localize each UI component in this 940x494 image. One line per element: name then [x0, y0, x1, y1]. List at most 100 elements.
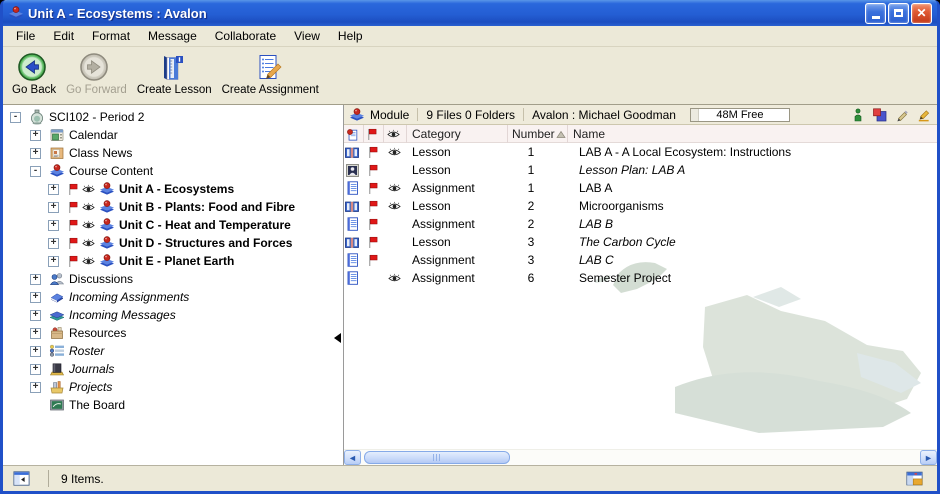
free-space-gauge: 48M Free	[690, 108, 790, 122]
sidebar-item-unit-b[interactable]: + Unit B - Plants: Food and Fibre	[3, 198, 343, 216]
category-column-header[interactable]: Category	[407, 125, 508, 143]
assignment-item-icon	[344, 270, 361, 286]
sidebar-item-journals[interactable]: + Journals	[3, 360, 343, 378]
shared-folder-icon[interactable]	[872, 107, 887, 123]
sidebar-item-calendar[interactable]: + Calendar	[3, 126, 343, 144]
list-row[interactable]: Lesson 1 LAB A - A Local Ecosystem: Inst…	[344, 143, 937, 161]
eye-icon	[388, 270, 401, 286]
sidebar-item-unit-d[interactable]: + Unit D - Structures and Forces	[3, 234, 343, 252]
category-cell: Assignment	[407, 179, 508, 197]
create-assignment-button[interactable]: Create Assignment	[219, 52, 322, 96]
sidebar-item-discussions[interactable]: + Discussions	[3, 270, 343, 288]
folder-info-bar: Module 9 Files 0 Folders Avalon : Michae…	[344, 105, 937, 125]
folder-panel: Module 9 Files 0 Folders Avalon : Michae…	[344, 105, 937, 465]
list-row[interactable]: Lesson 3 The Carbon Cycle	[344, 233, 937, 251]
flask-icon	[28, 109, 45, 125]
go-back-label: Go Back	[12, 84, 56, 96]
go-forward-button[interactable]: Go Forward	[63, 52, 130, 96]
collapse-panel-arrow[interactable]	[334, 333, 341, 343]
expand-toggle-icon[interactable]: +	[30, 130, 41, 141]
go-back-icon	[17, 52, 47, 82]
expand-toggle-icon[interactable]: +	[48, 238, 59, 249]
list-row[interactable]: Lesson 1 Lesson Plan: LAB A	[344, 161, 937, 179]
scroll-right-button[interactable]: ►	[920, 450, 937, 465]
list-row[interactable]: Lesson 2 Microorganisms	[344, 197, 937, 215]
collapse-toggle-icon[interactable]: -	[10, 112, 21, 123]
expand-toggle-icon[interactable]: +	[30, 346, 41, 357]
sidebar-item-incoming-messages[interactable]: + Incoming Messages	[3, 306, 343, 324]
close-button[interactable]: ✕	[911, 3, 932, 24]
expand-toggle-icon[interactable]: +	[48, 184, 59, 195]
menu-help[interactable]: Help	[329, 27, 372, 45]
list-row[interactable]: Assignment 6 Semester Project	[344, 269, 937, 287]
list-row[interactable]: Assignment 1 LAB A	[344, 179, 937, 197]
calendar-icon	[48, 127, 65, 143]
scroll-left-button[interactable]: ◄	[344, 450, 361, 465]
tree-item-label: Calendar	[69, 128, 118, 142]
expand-toggle-icon[interactable]: +	[48, 220, 59, 231]
app-window: Unit A - Ecosystems : Avalon ✕ File Edit…	[0, 0, 940, 494]
maximize-button[interactable]	[888, 3, 909, 24]
split-view-icon[interactable]	[906, 471, 923, 487]
sidebar-item-unit-a[interactable]: + Unit A - Ecosystems	[3, 180, 343, 198]
go-back-button[interactable]: Go Back	[9, 52, 59, 96]
expand-toggle-icon[interactable]: +	[48, 256, 59, 267]
minimize-button[interactable]	[865, 3, 886, 24]
apple-books-icon	[48, 163, 65, 179]
sidebar-item-resources[interactable]: + Resources	[3, 324, 343, 342]
create-lesson-label: Create Lesson	[137, 84, 212, 96]
number-column-header[interactable]: Number	[508, 125, 568, 143]
expand-toggle-icon[interactable]: +	[30, 310, 41, 321]
category-cell: Lesson	[407, 233, 508, 251]
sidebar-item-the-board[interactable]: The Board	[3, 396, 343, 414]
list-row[interactable]: Assignment 2 LAB B	[344, 215, 937, 233]
tree-item-label: Unit C - Heat and Temperature	[119, 218, 291, 232]
list-row[interactable]: Assignment 3 LAB C	[344, 251, 937, 269]
toolbar: Go Back Go Forward Create Lesson Create …	[3, 47, 937, 105]
menu-format[interactable]: Format	[83, 27, 139, 45]
expand-toggle-icon[interactable]: +	[48, 202, 59, 213]
expand-toggle-icon[interactable]: +	[30, 148, 41, 159]
name-cell: Microorganisms	[568, 197, 937, 215]
create-lesson-button[interactable]: Create Lesson	[134, 52, 215, 96]
blue-book-icon	[48, 289, 65, 305]
collapse-toggle-icon[interactable]: -	[30, 166, 41, 177]
online-user-icon[interactable]	[850, 107, 865, 123]
expand-toggle-icon[interactable]: +	[30, 382, 41, 393]
menu-message[interactable]: Message	[139, 27, 206, 45]
name-column-header[interactable]: Name	[568, 125, 937, 143]
assignment-item-icon	[344, 252, 361, 268]
menubar: File Edit Format Message Collaborate Vie…	[3, 26, 937, 47]
signature-pen-icon[interactable]	[916, 107, 931, 123]
expand-toggle-icon[interactable]: +	[30, 274, 41, 285]
menu-edit[interactable]: Edit	[44, 27, 83, 45]
expand-toggle-icon[interactable]: +	[30, 328, 41, 339]
edit-pencil-icon[interactable]	[894, 107, 909, 123]
item-type-column-header[interactable]	[344, 125, 364, 143]
eye-icon	[388, 144, 401, 160]
flag-icon	[366, 252, 379, 268]
sidebar-item-incoming-assignments[interactable]: + Incoming Assignments	[3, 288, 343, 306]
sidebar-item-class-news[interactable]: + Class News	[3, 144, 343, 162]
expand-toggle-icon[interactable]: +	[30, 364, 41, 375]
flag-icon	[366, 180, 379, 196]
sidebar-item-unit-e[interactable]: + Unit E - Planet Earth	[3, 252, 343, 270]
number-cell: 3	[508, 233, 568, 251]
menu-file[interactable]: File	[7, 27, 44, 45]
flag-icon	[66, 217, 79, 233]
eye-column-header[interactable]	[384, 125, 407, 143]
toggle-sidebar-icon[interactable]	[13, 471, 30, 487]
sort-ascending-icon	[555, 126, 568, 142]
sidebar-item-roster[interactable]: + Roster	[3, 342, 343, 360]
menu-view[interactable]: View	[285, 27, 329, 45]
sidebar-item-sci102[interactable]: - SCI102 - Period 2	[3, 108, 343, 126]
scrollbar-thumb[interactable]	[364, 451, 510, 464]
tree-item-label: Unit A - Ecosystems	[119, 182, 234, 196]
name-cell: LAB C	[568, 251, 937, 269]
expand-toggle-icon[interactable]: +	[30, 292, 41, 303]
sidebar-item-course-content[interactable]: - Course Content	[3, 162, 343, 180]
menu-collaborate[interactable]: Collaborate	[206, 27, 285, 45]
sidebar-item-unit-c[interactable]: + Unit C - Heat and Temperature	[3, 216, 343, 234]
sidebar-item-projects[interactable]: + Projects	[3, 378, 343, 396]
flag-column-header[interactable]	[364, 125, 384, 143]
